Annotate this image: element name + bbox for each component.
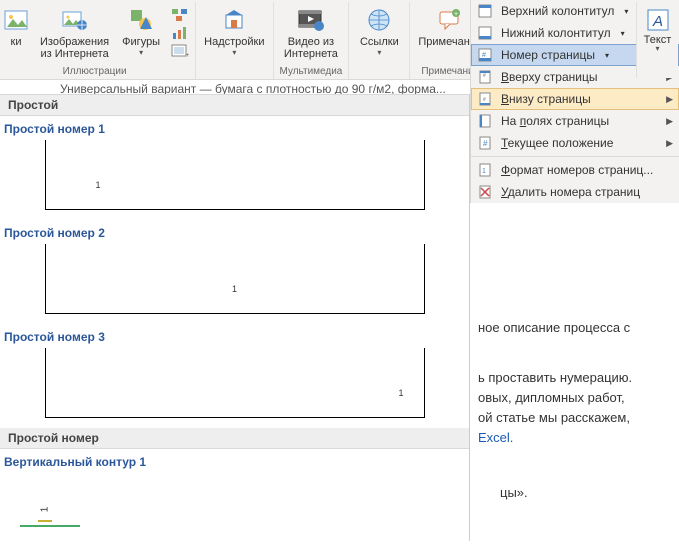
menu-remove-page-numbers[interactable]: Удалить номера страниц bbox=[471, 181, 679, 203]
group-addins: Надстройки ▾ bbox=[196, 2, 273, 79]
chevron-down-icon: ▾ bbox=[655, 44, 659, 53]
group-links: Ссылки ▾ bbox=[349, 2, 410, 79]
svg-text:1: 1 bbox=[482, 168, 486, 175]
page-number-icon: # bbox=[477, 47, 493, 63]
chevron-right-icon: ▶ bbox=[666, 138, 673, 149]
footer-icon bbox=[477, 25, 493, 41]
gallery-item-1-label: Простой номер 1 bbox=[0, 116, 469, 140]
gallery-item-2-label: Простой номер 2 bbox=[0, 220, 469, 244]
menu-page-margins[interactable]: На полях страницы ▶ bbox=[471, 110, 679, 132]
header-icon bbox=[477, 3, 493, 19]
svg-text:#: # bbox=[482, 52, 486, 59]
svg-text:#: # bbox=[483, 97, 486, 103]
page-top-icon: # bbox=[477, 69, 493, 85]
chevron-right-icon: ▶ bbox=[666, 94, 673, 105]
online-pictures-button[interactable]: Изображенияиз Интернета bbox=[38, 4, 111, 60]
comment-icon: + bbox=[436, 6, 464, 34]
menu-bottom-of-page[interactable]: # Внизу страницы ▶ bbox=[471, 88, 679, 110]
gallery-item-1[interactable]: 1 bbox=[0, 140, 469, 210]
group-illustrations: ки Изображенияиз Интернета Фигуры ▾ bbox=[0, 2, 196, 79]
format-icon: 1 bbox=[477, 162, 493, 178]
doc-text-fragment: ное описание процесса с bbox=[478, 320, 630, 335]
chevron-down-icon: ▾ bbox=[377, 48, 381, 57]
image-icon bbox=[2, 6, 30, 34]
chevron-down-icon: ▾ bbox=[621, 29, 625, 38]
chevron-down-icon: ▾ bbox=[624, 7, 628, 16]
doc-text-fragment: ой статье мы расскажем, bbox=[478, 410, 630, 425]
smartart-icon[interactable] bbox=[171, 8, 189, 24]
online-image-icon bbox=[61, 6, 89, 34]
doc-text-fragment: ь проставить нумерацию. bbox=[478, 370, 632, 385]
shapes-label: Фигуры bbox=[122, 36, 160, 48]
addins-label: Надстройки bbox=[204, 36, 264, 48]
gallery-item-vertical[interactable]: 1 bbox=[0, 477, 469, 531]
doc-text-fragment: овых, дипломных работ, bbox=[478, 390, 625, 405]
chart-icon[interactable] bbox=[171, 26, 189, 42]
pictures-button[interactable]: ки bbox=[0, 4, 32, 60]
chevron-down-icon: ▾ bbox=[139, 48, 143, 57]
svg-text:#: # bbox=[483, 139, 488, 148]
store-icon bbox=[220, 6, 248, 34]
addins-button[interactable]: Надстройки ▾ bbox=[202, 4, 266, 57]
menu-current-position[interactable]: # Текущее положение ▶ bbox=[471, 132, 679, 154]
remove-icon bbox=[477, 184, 493, 200]
svg-text:#: # bbox=[483, 73, 486, 79]
links-label: Ссылки bbox=[360, 36, 399, 48]
svg-text:A: A bbox=[652, 13, 663, 30]
current-position-icon: # bbox=[477, 135, 493, 151]
doc-link-fragment[interactable]: Excel. bbox=[478, 430, 513, 445]
menu-separator bbox=[471, 156, 679, 157]
chevron-right-icon: ▶ bbox=[666, 116, 673, 127]
menu-format-page-numbers[interactable]: 1 Формат номеров страниц... bbox=[471, 159, 679, 181]
group-label-illustrations: Иллюстрации bbox=[63, 65, 127, 79]
gallery-item-2[interactable]: 1 bbox=[0, 244, 469, 314]
group-label-multimedia: Мультимедиа bbox=[280, 65, 343, 79]
textbox-button[interactable]: A Текст ▾ bbox=[636, 2, 678, 78]
svg-text:+: + bbox=[454, 11, 458, 18]
chevron-down-icon: ▾ bbox=[605, 51, 609, 60]
svg-text:+: + bbox=[186, 53, 189, 58]
gallery-section-simple-2: Простой номер bbox=[0, 428, 469, 449]
page-bottom-icon: # bbox=[477, 91, 493, 107]
shapes-button[interactable]: Фигуры ▾ bbox=[117, 4, 165, 60]
pictures-label: ки bbox=[11, 36, 22, 48]
links-button[interactable]: Ссылки ▾ bbox=[355, 4, 403, 57]
gallery-item-3[interactable]: 1 bbox=[0, 348, 469, 418]
gallery-section-simple: Простой bbox=[0, 95, 469, 116]
page-number-gallery: Простой Простой номер 1 1 Простой номер … bbox=[0, 94, 470, 541]
page-margins-icon bbox=[477, 113, 493, 129]
shapes-icon bbox=[127, 6, 155, 34]
gallery-item-3-label: Простой номер 3 bbox=[0, 324, 469, 348]
video-icon bbox=[297, 6, 325, 34]
chevron-down-icon: ▾ bbox=[232, 48, 236, 57]
online-video-button[interactable]: Видео изИнтернета bbox=[282, 4, 340, 60]
gallery-item-vertical-label: Вертикальный контур 1 bbox=[0, 449, 469, 473]
online-pictures-label-2: из Интернета bbox=[40, 48, 108, 60]
group-label-addins bbox=[233, 65, 236, 79]
link-icon bbox=[365, 6, 393, 34]
screenshot-icon[interactable]: + bbox=[171, 44, 189, 60]
online-pictures-label-1: Изображения bbox=[40, 36, 109, 48]
textbox-icon: A bbox=[644, 6, 672, 34]
doc-text-fragment: цы». bbox=[500, 485, 528, 500]
group-multimedia: Видео изИнтернета Мультимедиа bbox=[274, 2, 350, 79]
